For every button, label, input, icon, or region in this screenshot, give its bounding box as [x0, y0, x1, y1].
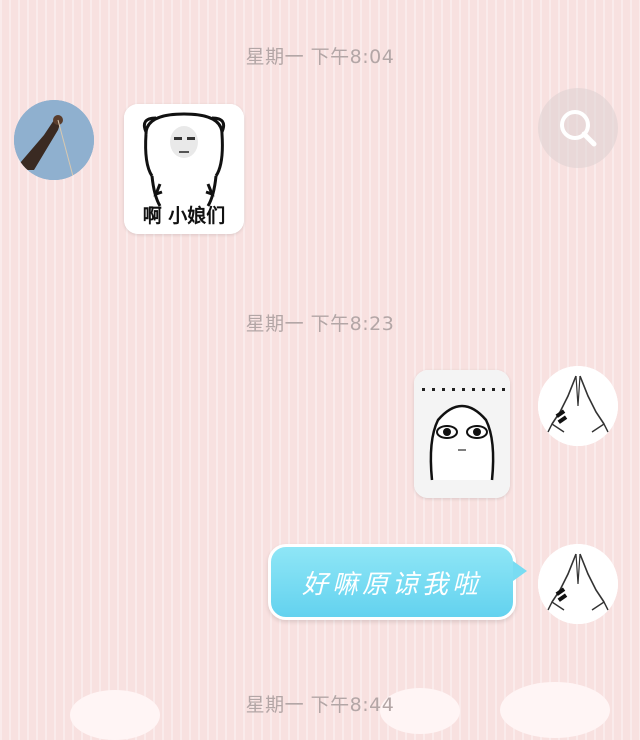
timestamp: 星期一 下午8:44	[245, 694, 395, 716]
face-meme-image	[414, 370, 510, 498]
praying-hands-avatar	[538, 544, 618, 624]
timestamp: 星期一 下午8:23	[245, 313, 395, 335]
sent-sticker[interactable]	[414, 370, 510, 498]
timestamp: 星期一 下午8:04	[245, 46, 395, 68]
sticker-caption: 啊 小娘们	[142, 205, 226, 227]
self-avatar[interactable]	[538, 366, 618, 446]
self-avatar[interactable]	[538, 544, 618, 624]
message-text: 好嘛原谅我啦	[301, 569, 482, 600]
praying-hands-avatar	[538, 366, 618, 446]
bubble-tail	[513, 561, 527, 581]
received-sticker[interactable]: 啊 小娘们	[124, 104, 244, 234]
search-button[interactable]	[538, 88, 618, 168]
contact-avatar-image	[14, 100, 94, 180]
search-icon	[560, 110, 597, 147]
sent-message-bubble[interactable]: 好嘛原谅我啦	[268, 544, 527, 620]
contact-avatar[interactable]	[14, 100, 94, 180]
